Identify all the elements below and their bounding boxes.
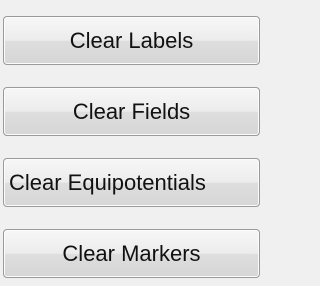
clear-equipotentials-label: Clear Equipotentials: [9, 170, 206, 195]
button-panel: Clear Labels Clear Fields Clear Equipote…: [0, 0, 267, 286]
clear-markers-button[interactable]: Clear Markers: [3, 229, 260, 278]
clear-markers-label: Clear Markers: [62, 241, 201, 266]
clear-fields-label: Clear Fields: [72, 99, 191, 124]
clear-labels-button[interactable]: Clear Labels: [3, 16, 260, 65]
clear-fields-button[interactable]: Clear Fields: [3, 87, 260, 136]
clear-equipotentials-button[interactable]: Clear Equipotentials: [3, 158, 260, 207]
clear-labels-label: Clear Labels: [69, 28, 194, 53]
